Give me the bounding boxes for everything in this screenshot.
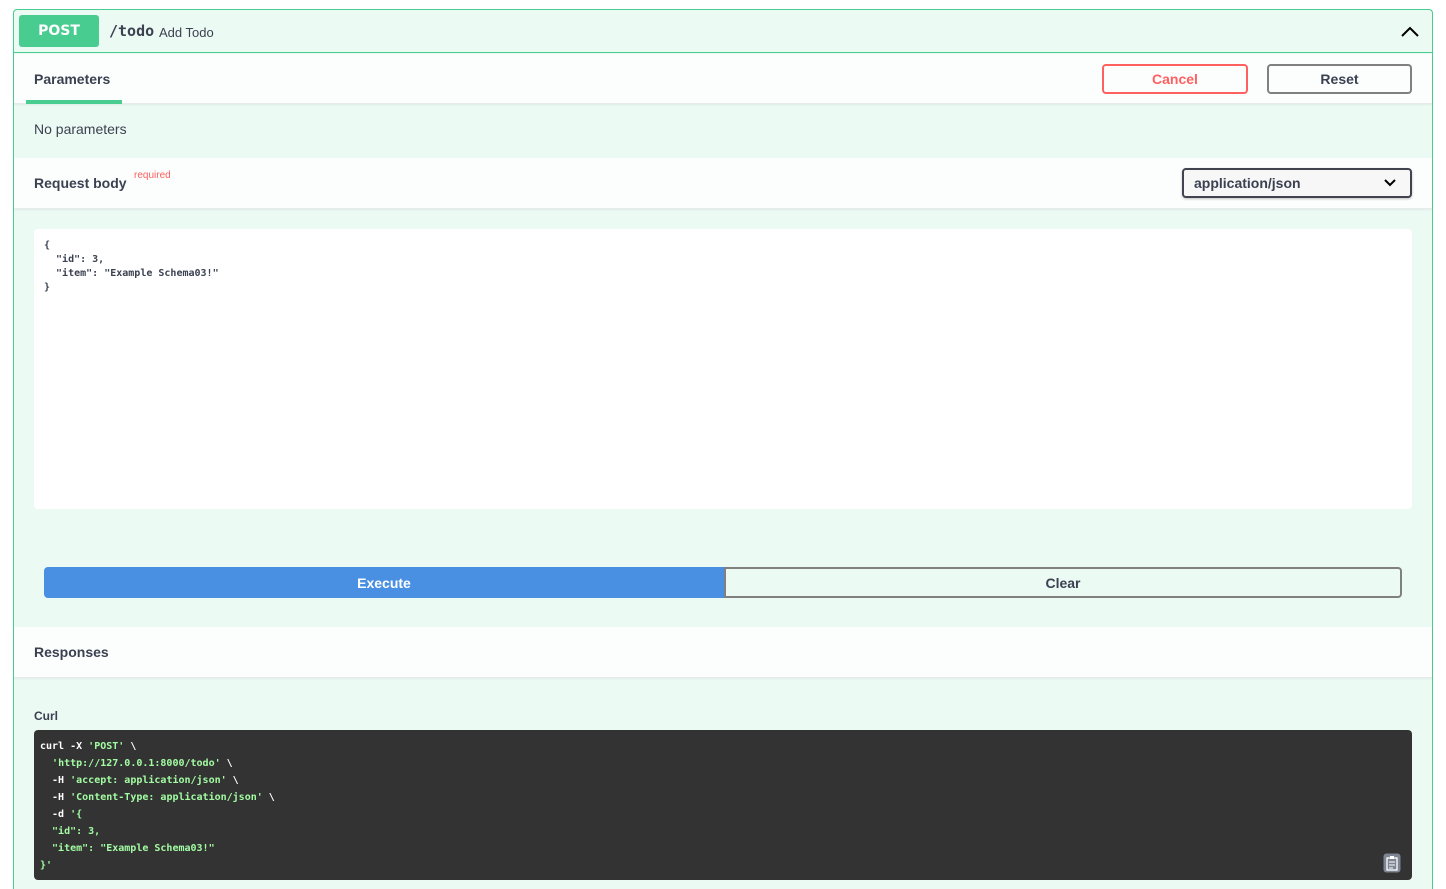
curl-token: curl -X xyxy=(40,741,89,752)
clear-button[interactable]: Clear xyxy=(724,567,1402,598)
responses-title: Responses xyxy=(34,644,109,660)
execute-wrapper: Execute Clear xyxy=(44,567,1402,598)
curl-command-block[interactable]: curl -X 'POST' \ 'http://127.0.0.1:8000/… xyxy=(34,730,1412,880)
curl-line: }' xyxy=(40,857,1406,874)
curl-line: curl -X 'POST' \ xyxy=(40,738,1406,755)
curl-token: -d xyxy=(40,809,71,820)
curl-token: \ xyxy=(124,741,137,752)
curl-line: "id": 3, xyxy=(40,823,1406,840)
content-type-select[interactable]: application/json xyxy=(1182,168,1412,198)
execute-button[interactable]: Execute xyxy=(44,567,724,598)
curl-token: 'POST' xyxy=(88,741,125,752)
curl-line: 'http://127.0.0.1:8000/todo' \ xyxy=(40,755,1406,772)
reset-button[interactable]: Reset xyxy=(1267,64,1412,94)
request-body-editor[interactable]: { "id": 3, "item": "Example Schema03!" } xyxy=(34,229,1412,509)
required-label: required xyxy=(134,170,171,181)
content-type-value: application/json xyxy=(1194,175,1301,191)
curl-token: "item": "Example Schema03!" xyxy=(40,843,215,854)
method-badge: POST xyxy=(19,15,99,47)
operation-path: /todo xyxy=(109,22,155,40)
operation-summary[interactable]: POST /todo Add Todo xyxy=(14,10,1432,53)
curl-token: '{ xyxy=(70,809,83,820)
operation-block-post-todo: POST /todo Add Todo Parameters Cancel Re… xyxy=(13,9,1433,889)
curl-token: 'accept: application/json' xyxy=(70,775,227,786)
curl-token: "id": 3, xyxy=(40,826,101,837)
curl-token: -H xyxy=(40,792,71,803)
curl-line: "item": "Example Schema03!" xyxy=(40,840,1406,857)
curl-label: Curl xyxy=(34,709,58,723)
request-body-title: Request body xyxy=(34,175,127,191)
responses-header: Responses xyxy=(14,627,1432,678)
curl-token: 'http://127.0.0.1:8000/todo' xyxy=(52,758,221,769)
curl-token xyxy=(40,758,52,769)
tab-parameters[interactable]: Parameters xyxy=(34,71,110,87)
curl-token: 'Content-Type: application/json' xyxy=(70,792,263,803)
curl-token: }' xyxy=(40,860,53,871)
curl-token: \ xyxy=(220,758,233,769)
curl-line: -H 'Content-Type: application/json' \ xyxy=(40,789,1406,806)
curl-token: \ xyxy=(226,775,239,786)
request-body-header: Request body required application/json xyxy=(14,158,1432,209)
copy-to-clipboard-icon[interactable] xyxy=(1383,853,1401,873)
operation-description: Add Todo xyxy=(159,25,214,40)
chevron-up-icon[interactable] xyxy=(1400,22,1420,42)
chevron-down-icon xyxy=(1384,179,1396,187)
curl-line: -H 'accept: application/json' \ xyxy=(40,772,1406,789)
no-parameters-text: No parameters xyxy=(34,121,127,137)
curl-token: \ xyxy=(262,792,275,803)
parameters-header: Parameters Cancel Reset xyxy=(14,54,1432,104)
tab-active-indicator xyxy=(26,100,122,104)
curl-line: -d '{ xyxy=(40,806,1406,823)
curl-token: -H xyxy=(40,775,71,786)
cancel-button[interactable]: Cancel xyxy=(1102,64,1248,94)
